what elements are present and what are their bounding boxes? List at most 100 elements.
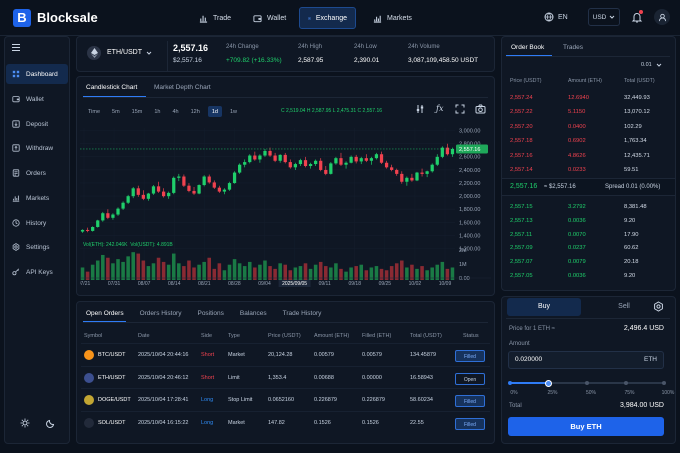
- timeframe-1h[interactable]: 1h: [150, 106, 164, 117]
- sidebar-item-label: History: [26, 219, 47, 227]
- timeframe-1d[interactable]: 1d: [207, 106, 222, 117]
- volume-bar: [247, 261, 252, 280]
- bid-cell: 0.0036: [568, 273, 586, 279]
- ask-cell: 4.8626: [568, 152, 586, 159]
- low-value: 2,390.01: [354, 57, 380, 64]
- x-tick-label: 08/07: [138, 281, 151, 287]
- timeframe-1w[interactable]: 1w: [226, 106, 241, 117]
- bid-cell: 0.0079: [568, 259, 586, 266]
- timeframe-time[interactable]: Time: [84, 106, 104, 117]
- language-selector[interactable]: EN: [544, 12, 568, 22]
- tab-order-book[interactable]: Order Book: [511, 44, 544, 51]
- sidebar-item-deposit[interactable]: Deposit: [6, 114, 68, 134]
- candle-body: [379, 154, 384, 163]
- timeframe-4h[interactable]: 4h: [169, 106, 183, 117]
- sidebar-item-wallet[interactable]: Wallet: [6, 89, 68, 109]
- function-icon[interactable]: ƒx: [436, 104, 443, 113]
- candle-body: [288, 162, 292, 168]
- tab-open-orders[interactable]: Open Orders: [86, 310, 124, 317]
- candle-body: [187, 185, 191, 191]
- buy-eth-button[interactable]: Buy ETH: [508, 417, 664, 436]
- sidebar-item-orders[interactable]: Orders: [6, 163, 68, 183]
- currency-select[interactable]: USD: [588, 8, 620, 26]
- theme-light-button[interactable]: [20, 418, 30, 430]
- tab-market-depth[interactable]: Market Depth Chart: [154, 84, 211, 91]
- vol-eth: Vol(ETH): 242.046K: [83, 242, 128, 248]
- candle-body: [243, 162, 247, 165]
- tab-trades[interactable]: Trades: [563, 44, 583, 51]
- row-divider: [81, 365, 490, 367]
- volume-bar: [303, 263, 308, 280]
- amount-label: Amount: [509, 341, 530, 347]
- nav-wallet[interactable]: Wallet: [245, 7, 294, 29]
- order-status-badge[interactable]: Filled: [455, 395, 485, 407]
- notifications-button[interactable]: [631, 10, 643, 25]
- candle-body: [273, 155, 277, 161]
- volume-bar: [440, 261, 445, 280]
- screenshot-button[interactable]: [475, 104, 486, 116]
- order-type: Market: [228, 419, 245, 426]
- amount-slider[interactable]: [508, 379, 666, 387]
- order-date: 2025/10/04 16:15:22: [138, 419, 189, 426]
- fullscreen-button[interactable]: [455, 104, 465, 116]
- chevron-down-icon: [610, 15, 615, 19]
- slider-stop[interactable]: [623, 381, 628, 385]
- amount-input[interactable]: 0.020000 ETH: [508, 351, 664, 369]
- divider: [506, 56, 670, 57]
- theme-dark-button[interactable]: [46, 418, 56, 430]
- tab-positions[interactable]: Positions: [197, 310, 223, 317]
- slider-handle[interactable]: [545, 379, 552, 387]
- nav-markets[interactable]: Markets: [365, 7, 420, 29]
- total-value: 3,984.00 USD: [620, 402, 664, 409]
- candlestick-chart[interactable]: 3,000.002,800.002,600.002,400.002,200.00…: [80, 120, 492, 294]
- indicators-button[interactable]: [415, 104, 425, 116]
- bid-cell: 9.20: [624, 273, 636, 279]
- slider-stop[interactable]: [508, 381, 512, 385]
- ask-cell: 0.6902: [568, 138, 586, 145]
- tab-orders-history[interactable]: Orders History: [140, 310, 182, 317]
- nav-exchange[interactable]: Exchange: [299, 7, 356, 29]
- sidebar-item-withdraw[interactable]: Withdraw: [6, 138, 68, 158]
- candle-body: [334, 158, 338, 164]
- candle-body: [182, 176, 186, 186]
- volume-bar: [95, 260, 100, 280]
- candle-body: [101, 213, 105, 221]
- ask-cell: 2,557.16: [510, 152, 533, 159]
- tab-trade-history[interactable]: Trade History: [283, 310, 322, 317]
- orders-header: Type: [228, 333, 240, 339]
- slider-stop[interactable]: [662, 381, 666, 385]
- volume-bar: [278, 263, 282, 280]
- candle-body: [85, 229, 90, 231]
- timeframe-12h[interactable]: 12h: [187, 106, 204, 117]
- volume-bar: [237, 263, 242, 280]
- sidebar-item-api-keys[interactable]: API Keys: [6, 262, 68, 282]
- order-status-badge[interactable]: Filled: [455, 350, 485, 362]
- avatar[interactable]: [654, 9, 670, 25]
- pair-selector[interactable]: ETH/USDT: [107, 49, 152, 56]
- logo-icon[interactable]: B: [13, 9, 31, 27]
- timeframe-5m[interactable]: 5m: [108, 106, 124, 117]
- sidebar-item-markets[interactable]: Markets: [6, 188, 68, 208]
- order-status-badge[interactable]: Filled: [455, 417, 485, 430]
- timeframe-15m[interactable]: 15m: [128, 106, 147, 117]
- high-label: 24h High: [298, 44, 323, 50]
- tab-buy[interactable]: Buy: [507, 298, 581, 316]
- tab-candlestick[interactable]: Candlestick Chart: [86, 84, 137, 91]
- menu-toggle-button[interactable]: [11, 43, 21, 54]
- sidebar-item-dashboard[interactable]: Dashboard: [6, 64, 68, 84]
- precision-select[interactable]: 0.01: [641, 62, 662, 68]
- candle-body: [116, 208, 120, 215]
- candle-body: [339, 158, 343, 165]
- order-status-badge[interactable]: Open: [455, 372, 485, 385]
- tab-balances[interactable]: Balances: [240, 310, 267, 317]
- slider-stop[interactable]: [585, 381, 589, 385]
- nav-trade[interactable]: Trade: [191, 7, 239, 29]
- order-symbol: SOL/USDT: [98, 419, 126, 426]
- order-symbol: DOGE/USDT: [98, 397, 131, 403]
- candle-body: [420, 172, 424, 174]
- candle-body: [314, 160, 318, 165]
- form-settings-button[interactable]: [653, 301, 664, 314]
- sidebar-item-settings[interactable]: Settings: [6, 237, 68, 257]
- order-total: 16.58943: [410, 374, 433, 381]
- sidebar-item-history[interactable]: History: [6, 213, 68, 233]
